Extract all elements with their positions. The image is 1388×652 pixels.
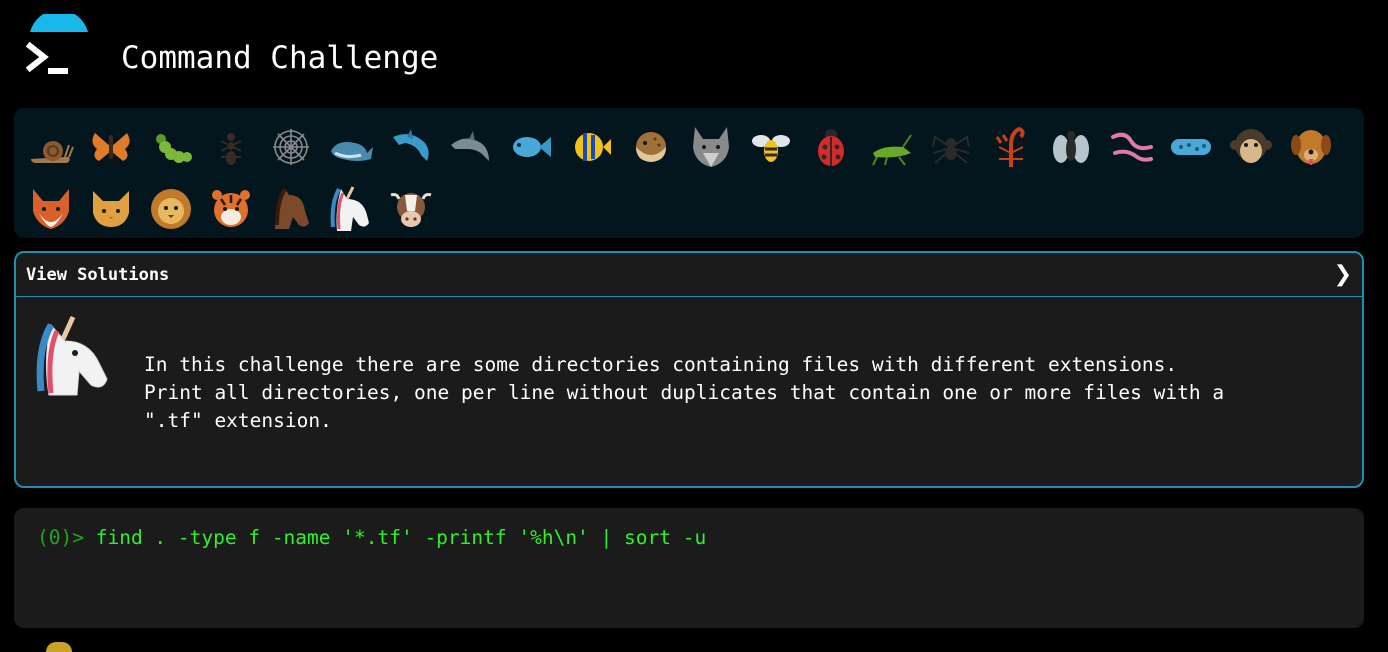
terminal-prompt: (0)>	[37, 526, 84, 549]
ant-icon	[220, 133, 242, 165]
unicorn-icon	[330, 186, 369, 231]
level-tiger[interactable]	[201, 178, 261, 240]
level-cow[interactable]	[381, 178, 441, 240]
challenge-description: In this challenge there are some directo…	[144, 353, 1225, 432]
terminal-command[interactable]: find . -type f -name '*.tf' -printf '%h\…	[96, 526, 706, 549]
dolphin-icon	[451, 131, 489, 161]
header: Command Challenge	[0, 0, 1388, 108]
worm-icon	[1111, 132, 1153, 162]
terminal[interactable]: (0)> find . -type f -name '*.tf' -printf…	[14, 508, 1364, 628]
terminal-prompt-icon[interactable]	[24, 9, 92, 84]
spider-web-icon	[273, 129, 309, 165]
level-wolf[interactable]	[681, 116, 741, 178]
tropical-fish-icon	[575, 133, 611, 161]
level-worm[interactable]	[1101, 116, 1161, 178]
ladybug-icon	[818, 129, 844, 166]
tiger-icon	[212, 190, 250, 227]
dog-icon	[1291, 130, 1331, 165]
butterfly-icon	[92, 133, 130, 161]
partial-icon	[46, 642, 72, 652]
level-snail[interactable]	[21, 116, 81, 178]
horse-icon	[275, 187, 309, 229]
spider-icon	[932, 135, 970, 164]
microbe-icon	[1171, 139, 1211, 155]
level-fish[interactable]	[501, 116, 561, 178]
level-fly[interactable]	[1041, 116, 1101, 178]
level-spider[interactable]	[921, 116, 981, 178]
chevron-right-icon[interactable]: ❯	[1334, 262, 1352, 287]
wolf-icon	[693, 127, 729, 167]
challenge-panel: View Solutions ❯ In this challenge there…	[14, 251, 1364, 488]
unicorn-icon	[31, 313, 121, 397]
view-solutions-label: View Solutions	[26, 264, 170, 285]
level-fox[interactable]	[21, 178, 81, 240]
level-cat[interactable]	[81, 178, 141, 240]
level-butterfly[interactable]	[81, 116, 141, 178]
level-bee[interactable]	[741, 116, 801, 178]
level-ladybug[interactable]	[801, 116, 861, 178]
level-cricket[interactable]	[861, 116, 921, 178]
bee-icon	[752, 135, 790, 162]
level-horse[interactable]	[261, 178, 321, 240]
fish-icon	[513, 137, 551, 157]
whale-icon	[331, 142, 373, 161]
level-spider-web[interactable]	[261, 116, 321, 178]
level-caterpillar[interactable]	[141, 116, 201, 178]
level-monkey[interactable]	[1221, 116, 1281, 178]
level-microbe[interactable]	[1161, 116, 1221, 178]
fly-icon	[1053, 131, 1089, 163]
level-lion[interactable]	[141, 178, 201, 240]
level-whale[interactable]	[321, 116, 381, 178]
terminal-line: (0)> find . -type f -name '*.tf' -printf…	[37, 524, 1341, 552]
view-solutions-toggle[interactable]: View Solutions ❯	[16, 253, 1362, 297]
scorpion-icon	[995, 126, 1025, 167]
level-icon-bar	[14, 108, 1364, 238]
level-scorpion[interactable]	[981, 116, 1041, 178]
level-blowfish[interactable]	[621, 116, 681, 178]
snail-icon	[31, 141, 74, 163]
cat-icon	[93, 191, 129, 227]
lion-icon	[151, 189, 191, 229]
dolphin-icon	[393, 129, 429, 161]
blowfish-icon	[636, 132, 666, 162]
level-ant[interactable]	[201, 116, 261, 178]
level-dolphin-2[interactable]	[441, 116, 501, 178]
level-dog[interactable]	[1281, 116, 1341, 178]
caterpillar-icon	[156, 134, 192, 163]
challenge-body: In this challenge there are some directo…	[16, 297, 1362, 486]
level-unicorn[interactable]	[321, 178, 381, 240]
monkey-icon	[1230, 129, 1272, 163]
cricket-icon	[872, 134, 912, 166]
level-dolphin[interactable]	[381, 116, 441, 178]
cow-icon	[390, 193, 432, 227]
app-title: Command Challenge	[121, 40, 439, 76]
fox-icon	[33, 189, 69, 229]
level-tropical-fish[interactable]	[561, 116, 621, 178]
